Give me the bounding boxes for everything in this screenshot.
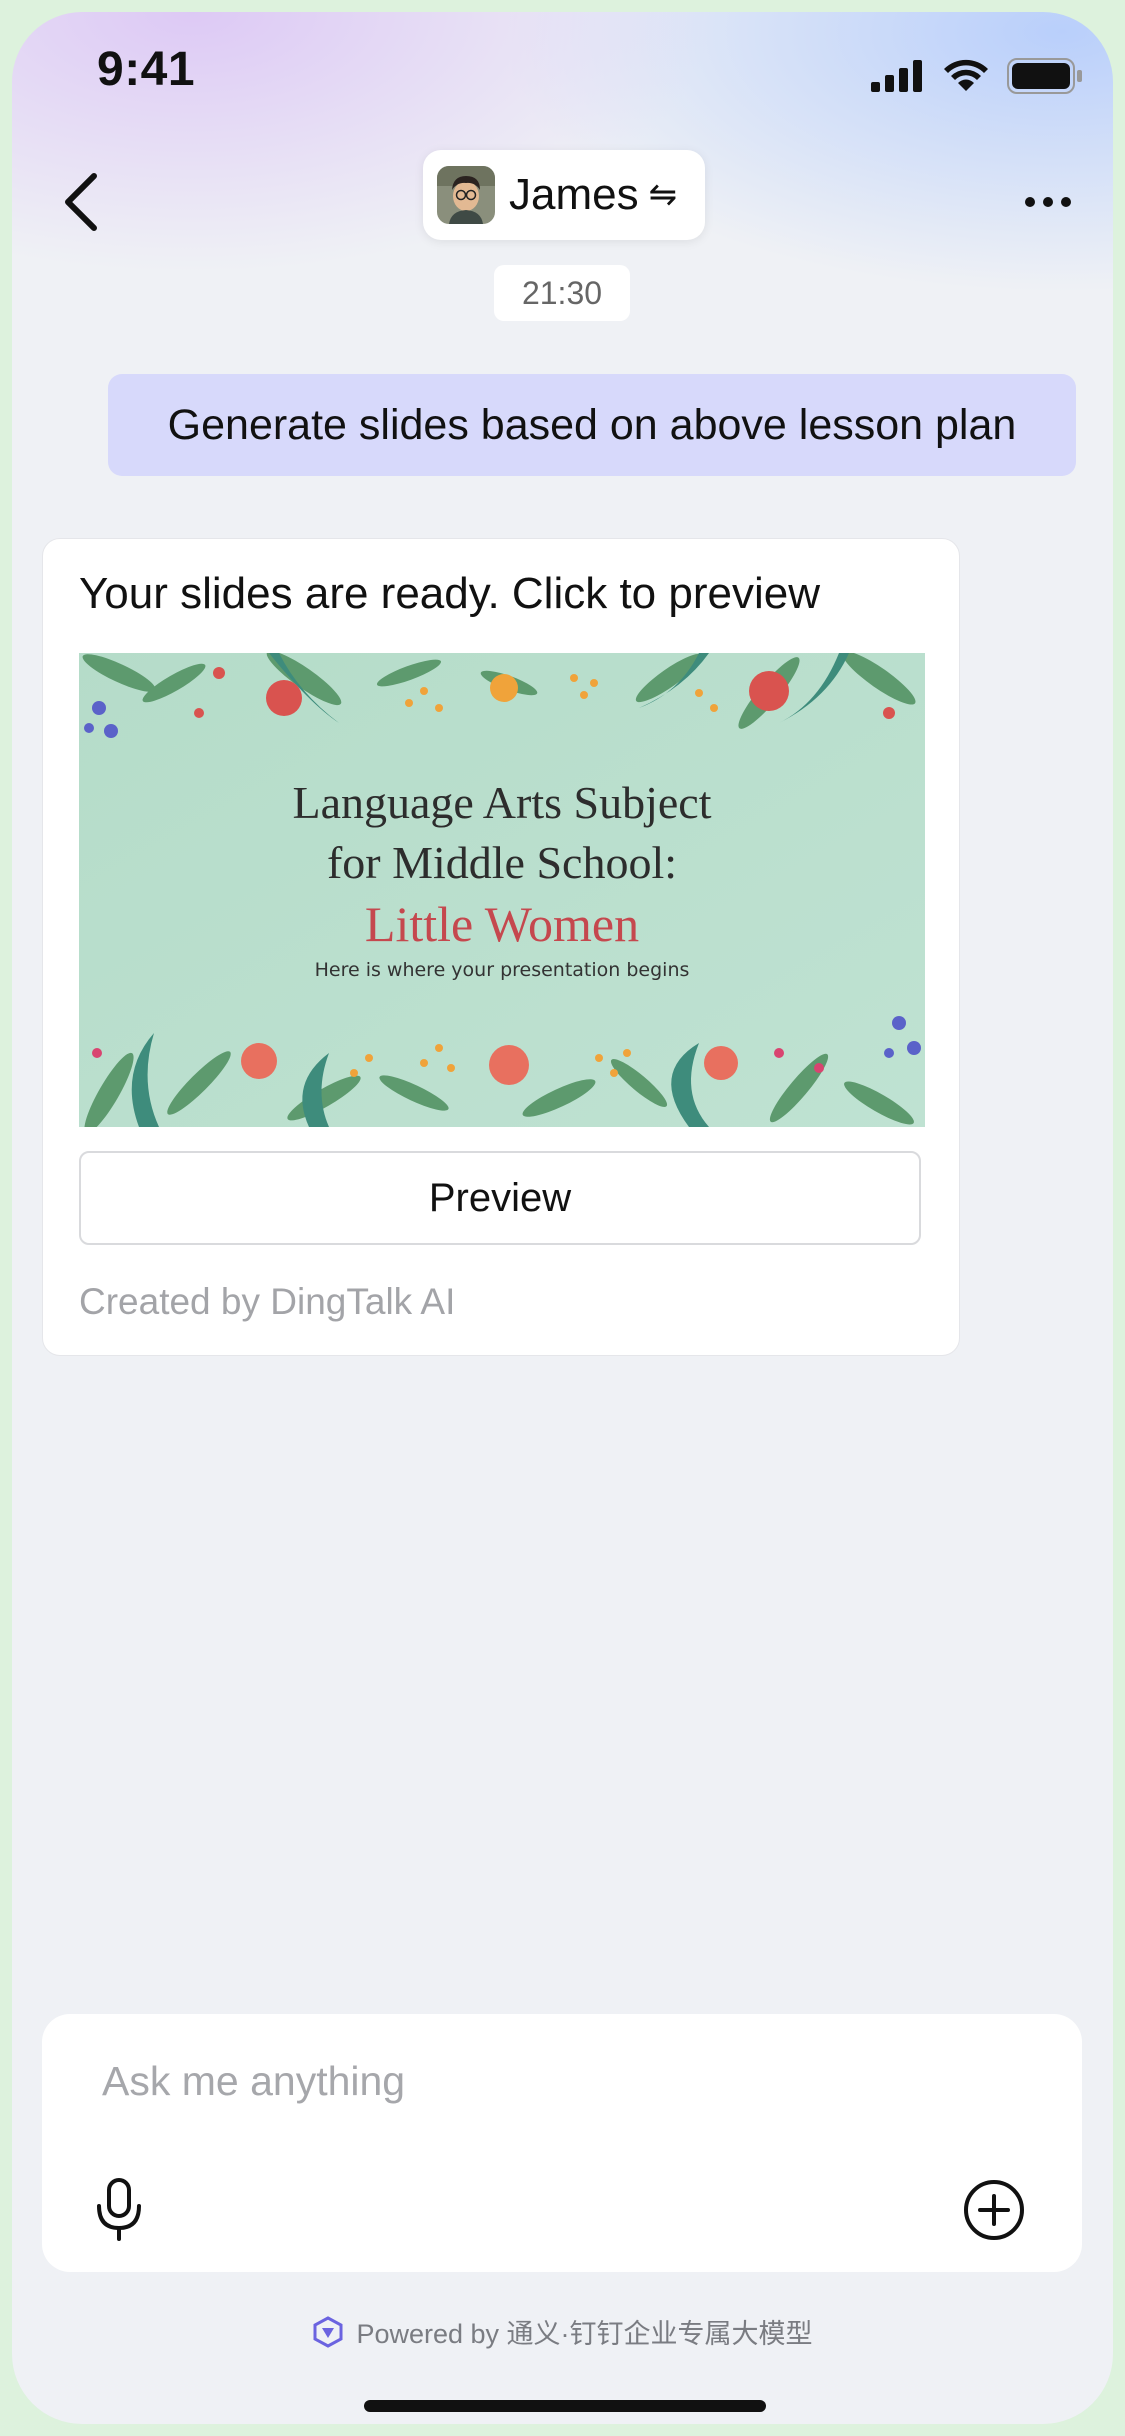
avatar [437,166,495,224]
wifi-icon [944,59,988,91]
swap-icon: ⇋ [648,176,678,214]
battery-icon [1007,58,1082,94]
powered-by-text: Powered by 通义·钉钉企业专属大模型 [356,2319,813,2349]
contact-name: James [509,170,639,219]
message-composer[interactable]: Ask me anything [42,2014,1082,2272]
slide-thumbnail[interactable]: Language Arts Subject for Middle School:… [79,653,925,1127]
status-bar: 9:41 [12,12,1113,142]
phone-screen: 9:41 James ⇋ 21:30 Generate slides based… [12,12,1113,2424]
status-icons [871,58,1083,94]
slide-title-line2: for Middle School: [326,837,678,888]
contact-switcher[interactable]: James ⇋ [423,150,705,240]
slide-subtitle: Here is where your presentation begins [314,959,690,981]
more-icon[interactable] [1013,172,1083,232]
message-timestamp: 21:30 [494,265,630,321]
user-message-bubble: Generate slides based on above lesson pl… [108,374,1076,476]
preview-button[interactable]: Preview [79,1151,921,1245]
plus-circle-icon[interactable] [962,2178,1026,2242]
composer-placeholder: Ask me anything [102,2058,406,2104]
ai-card-title: Your slides are ready. Click to preview [79,569,820,618]
mic-icon[interactable] [94,2176,144,2242]
back-arrow-icon[interactable] [52,162,112,242]
slide-title: Language Arts Subject for Middle School: [79,773,925,893]
home-indicator[interactable] [364,2400,766,2412]
signal-icon [871,60,922,92]
slide-title-line1: Language Arts Subject [292,777,712,828]
tongyi-logo-icon [313,2315,343,2348]
slide-text: Language Arts Subject for Middle School:… [79,653,925,1127]
ai-response-card: Your slides are ready. Click to preview [42,538,960,1356]
powered-by: Powered by 通义·钉钉企业专属大模型 [12,2312,1113,2351]
status-time: 9:41 [97,43,196,96]
slide-title-accent: Little Women [364,896,640,952]
created-by-label: Created by DingTalk AI [79,1281,456,1322]
